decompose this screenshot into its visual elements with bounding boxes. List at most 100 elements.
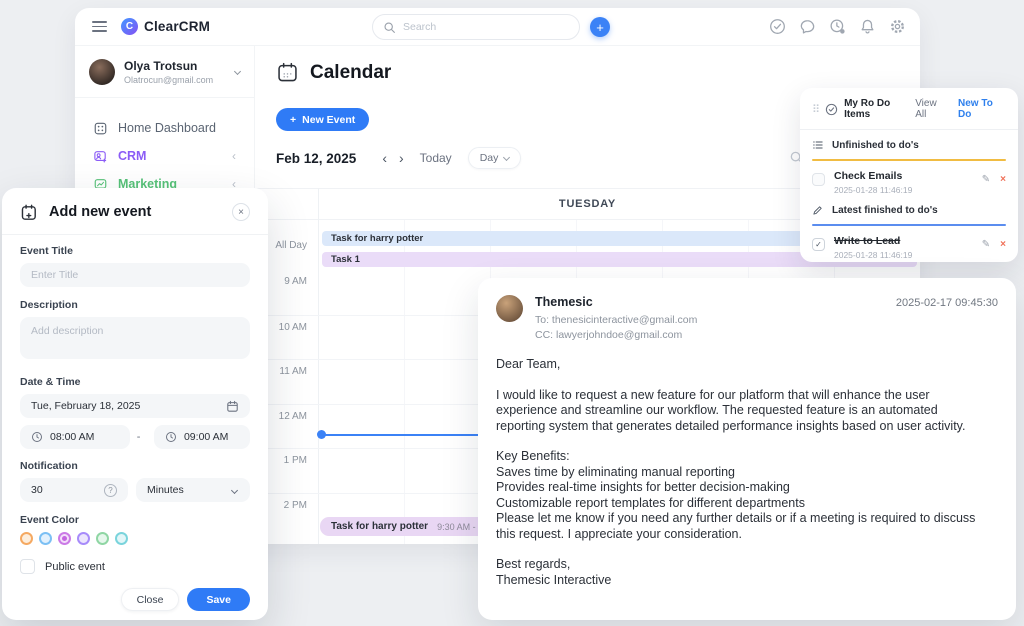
public-event-label: Public event	[45, 561, 105, 573]
check-icon: ✓	[815, 240, 822, 249]
chevron-down-icon	[231, 486, 238, 493]
calendar-icon	[276, 61, 299, 84]
chat-icon[interactable]	[799, 18, 816, 35]
todo-checkbox-checked[interactable]: ✓	[812, 238, 825, 251]
crm-contact-icon	[93, 149, 108, 164]
page-title-text: Calendar	[310, 62, 391, 84]
user-email: Olatrocun@gmail.com	[124, 75, 213, 85]
todo-item-title: Check Emails	[834, 170, 912, 182]
tasks-check-icon[interactable]	[769, 18, 786, 35]
modal-title: Add new event	[49, 204, 151, 220]
hamburger-menu-icon[interactable]	[92, 21, 107, 32]
email-paragraph: I would like to request a new feature fo…	[496, 388, 988, 435]
sidebar-item-home-dashboard[interactable]: Home Dashboard	[75, 114, 254, 142]
user-avatar	[89, 59, 115, 85]
edit-pencil-icon[interactable]: ✎	[982, 174, 990, 185]
close-icon[interactable]: ×	[232, 203, 250, 221]
email-timestamp: 2025-02-17 09:45:30	[896, 297, 998, 309]
pencil-check-icon	[812, 204, 824, 216]
prev-day-button[interactable]: ‹	[376, 150, 393, 166]
time-tracking-icon[interactable]	[829, 18, 846, 35]
quick-add-button[interactable]: +	[590, 17, 610, 37]
close-button[interactable]: Close	[121, 588, 180, 611]
public-event-checkbox[interactable]	[20, 559, 35, 574]
new-todo-link[interactable]: New To Do	[958, 98, 1006, 120]
color-swatch-blue[interactable]	[39, 532, 52, 545]
email-panel: Themesic To: thenesicinteractive@gmail.c…	[478, 278, 1016, 620]
public-event-row: Public event	[20, 559, 250, 574]
chevron-down-icon	[234, 67, 241, 74]
drag-handle-icon[interactable]: ⠿	[812, 103, 819, 116]
settings-gear-icon[interactable]	[889, 18, 906, 35]
next-day-button[interactable]: ›	[393, 150, 410, 166]
date-input[interactable]: Tue, February 18, 2025	[20, 394, 250, 418]
end-time-input[interactable]: 09:00 AM	[154, 425, 250, 449]
calendar-toolbar: Feb 12, 2025 ‹ › Today Day	[276, 147, 521, 169]
color-swatch-green[interactable]	[96, 532, 109, 545]
todo-header: ⠿ My Ro Do Items View All New To Do	[812, 98, 1006, 120]
dashboard-icon	[93, 121, 108, 136]
clock-icon	[165, 431, 177, 443]
notification-value-input[interactable]: 30 ?	[20, 478, 128, 502]
todo-checkbox[interactable]	[812, 173, 825, 186]
user-name: Olya Trotsun	[124, 59, 213, 73]
chevron-left-icon: ‹	[232, 149, 236, 163]
todo-item-title: Write to Lead	[834, 235, 912, 247]
sidebar-item-label: CRM	[118, 149, 146, 163]
unfinished-section-header: Unfinished to do's	[812, 138, 1006, 152]
delete-x-icon[interactable]: ×	[1000, 239, 1006, 250]
todo-item-timestamp: 2025-01-28 11:46:19	[834, 250, 912, 260]
help-question-icon[interactable]: ?	[104, 484, 117, 497]
global-search[interactable]	[372, 14, 580, 40]
finished-rule	[812, 224, 1006, 226]
current-date-label: Feb 12, 2025	[276, 151, 356, 166]
delete-x-icon[interactable]: ×	[1000, 174, 1006, 185]
email-paragraph: Dear Team,	[496, 357, 988, 373]
email-paragraph: Please let me know if you need any furth…	[496, 511, 988, 542]
divider	[2, 234, 268, 235]
topbar-icons	[769, 18, 906, 35]
start-time-input[interactable]: 08:00 AM	[20, 425, 130, 449]
notifications-bell-icon[interactable]	[859, 18, 876, 35]
sender-avatar	[496, 295, 523, 322]
modal-header: Add new event ×	[20, 200, 250, 224]
color-swatch-purple[interactable]	[77, 532, 90, 545]
sidebar-item-crm[interactable]: CRM ‹	[75, 142, 254, 170]
todo-item: ✓ Write to Lead 2025-01-28 11:46:19 ✎ ×	[812, 232, 1006, 266]
email-paragraph: Key Benefits:	[496, 449, 988, 465]
todo-panel: ⠿ My Ro Do Items View All New To Do Unfi…	[800, 88, 1018, 262]
calendar-plus-icon	[20, 203, 39, 222]
save-button[interactable]: Save	[187, 588, 250, 611]
new-event-button[interactable]: + New Event	[276, 108, 369, 131]
email-paragraph: Best regards,	[496, 557, 988, 573]
event-color-label: Event Color	[20, 514, 250, 526]
event-title-input[interactable]	[20, 263, 250, 287]
today-button[interactable]: Today	[420, 151, 452, 165]
plus-icon: +	[290, 114, 296, 126]
view-all-link[interactable]: View All	[915, 98, 948, 120]
finished-section-header: Latest finished to do's	[812, 203, 1006, 217]
email-paragraph: Saves time by eliminating manual reporti…	[496, 465, 988, 481]
color-swatch-teal[interactable]	[115, 532, 128, 545]
color-swatch-magenta-selected[interactable]	[58, 532, 71, 545]
event-title-label: Event Title	[20, 245, 250, 257]
brand[interactable]: C ClearCRM	[121, 18, 210, 35]
view-selector[interactable]: Day	[468, 147, 522, 169]
description-input[interactable]	[20, 317, 250, 359]
list-icon	[812, 139, 824, 151]
edit-pencil-icon[interactable]: ✎	[982, 239, 990, 250]
page-title: Calendar	[276, 61, 391, 84]
user-profile[interactable]: Olya Trotsun Olatrocun@gmail.com	[75, 46, 254, 98]
sidebar-menu: Home Dashboard CRM ‹ Marketing ‹	[75, 98, 254, 198]
search-input[interactable]	[403, 21, 553, 33]
email-body: Dear Team, I would like to request a new…	[496, 357, 988, 588]
email-paragraph: Customizable report templates for differ…	[496, 496, 988, 512]
email-sender: Themesic	[535, 295, 697, 309]
todo-check-circle-icon	[825, 103, 838, 116]
time-range-dash: -	[137, 431, 141, 443]
color-swatch-orange[interactable]	[20, 532, 33, 545]
notification-label: Notification	[20, 460, 250, 472]
email-paragraph: Themesic Interactive	[496, 573, 988, 589]
notification-unit-select[interactable]: Minutes	[136, 478, 250, 502]
email-cc: CC: lawyerjohndoe@gmail.com	[535, 329, 697, 341]
